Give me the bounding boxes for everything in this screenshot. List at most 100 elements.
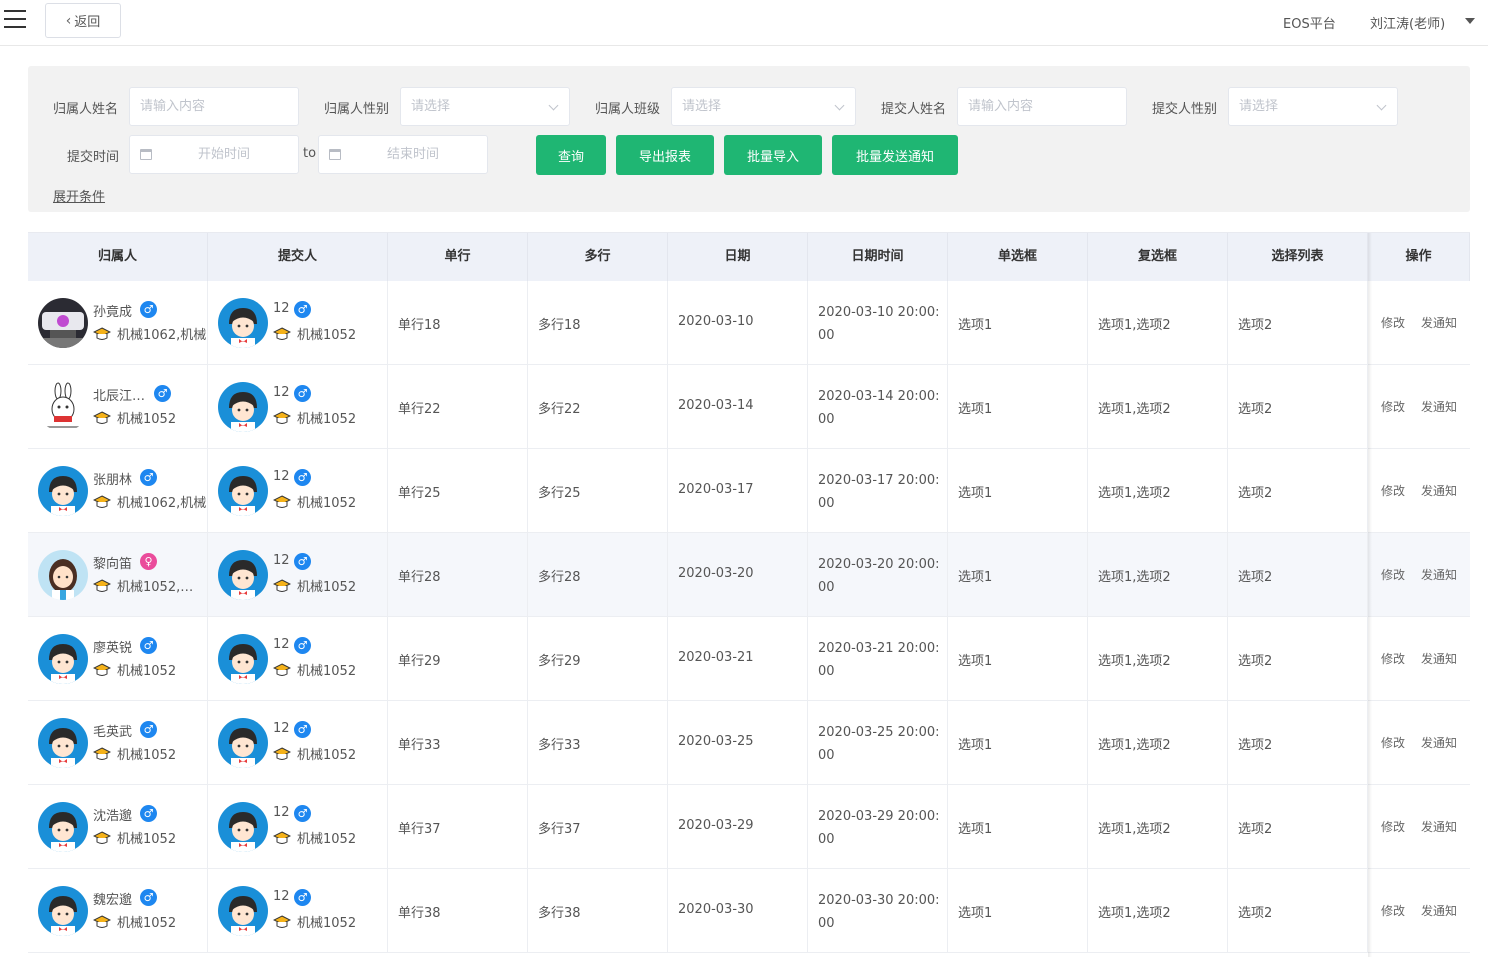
owner-name-input[interactable]: 请输入内容 xyxy=(129,87,299,126)
edit-button[interactable]: 修改 xyxy=(1381,398,1405,415)
header-multi: 多行 xyxy=(528,233,668,281)
header-actions: 操作 xyxy=(1368,233,1470,281)
male-icon: ♂ xyxy=(154,385,171,402)
date-value: 2020-03-14 xyxy=(678,398,754,413)
send-notification-button[interactable]: 发通知 xyxy=(1421,734,1457,751)
select-cell: 选项2 xyxy=(1228,365,1368,449)
send-notification-button[interactable]: 发通知 xyxy=(1421,398,1457,415)
single-value: 单行28 xyxy=(398,570,441,585)
multi-cell: 多行33 xyxy=(528,701,668,785)
submitter-avatar xyxy=(218,802,268,852)
platform-link[interactable]: EOS平台 xyxy=(1283,13,1336,32)
single-cell: 单行28 xyxy=(388,533,528,617)
table-row[interactable]: 黎向笛 ♀ 机械1052,… 12 ♂ 机械1052 单行28 多行28 202… xyxy=(28,533,1470,617)
actions-cell: 修改 发通知 xyxy=(1368,449,1470,533)
male-icon: ♂ xyxy=(140,301,157,318)
checkbox-value: 选项1,选项2 xyxy=(1098,654,1171,669)
submitter-name: 12 xyxy=(273,553,290,568)
owner-class: 机械1062,机械 xyxy=(117,496,207,511)
back-button[interactable]: ‹ 返回 xyxy=(45,3,121,38)
submitter-name: 12 xyxy=(273,469,290,484)
owner-cell: 魏宏邈 ♂ 机械1052 xyxy=(28,869,208,953)
end-date-input[interactable]: 结束时间 xyxy=(318,135,488,174)
datetime-cell: 2020-03-29 20:00:00 xyxy=(808,785,948,869)
radio-value: 选项1 xyxy=(958,570,993,585)
radio-value: 选项1 xyxy=(958,318,993,333)
radio-cell: 选项1 xyxy=(948,701,1088,785)
select-cell: 选项2 xyxy=(1228,701,1368,785)
submitter-cell: 12 ♂ 机械1052 xyxy=(208,533,388,617)
edit-button[interactable]: 修改 xyxy=(1381,650,1405,667)
edit-button[interactable]: 修改 xyxy=(1381,482,1405,499)
date-cell: 2020-03-29 xyxy=(668,785,808,869)
datetime-value: 2020-03-10 20:00:00 xyxy=(818,305,940,343)
send-notification-button[interactable]: 发通知 xyxy=(1421,482,1457,499)
radio-cell: 选项1 xyxy=(948,449,1088,533)
owner-class: 机械1052 xyxy=(117,916,177,931)
start-date-input[interactable]: 开始时间 xyxy=(129,135,299,174)
table-row[interactable]: 廖英锐 ♂ 机械1052 12 ♂ 机械1052 单行29 多行29 2020-… xyxy=(28,617,1470,701)
table-row[interactable]: 毛英武 ♂ 机械1052 12 ♂ 机械1052 单行33 多行33 2020-… xyxy=(28,701,1470,785)
male-icon: ♂ xyxy=(294,805,311,822)
send-notification-button[interactable]: 发通知 xyxy=(1421,650,1457,667)
submitter-cell: 12 ♂ 机械1052 xyxy=(208,281,388,365)
submitter-name-input[interactable]: 请输入内容 xyxy=(957,87,1127,126)
submitter-name: 12 xyxy=(273,889,290,904)
date-value: 2020-03-30 xyxy=(678,902,754,917)
send-notification-button[interactable]: 发通知 xyxy=(1421,818,1457,835)
submitter-gender-select[interactable]: 请选择 xyxy=(1228,87,1398,126)
table-row[interactable]: 魏宏邈 ♂ 机械1052 12 ♂ 机械1052 单行38 多行38 2020-… xyxy=(28,869,1470,953)
end-date-placeholder: 结束时间 xyxy=(386,147,439,162)
male-icon: ♂ xyxy=(294,889,311,906)
submitter-cell: 12 ♂ 机械1052 xyxy=(208,785,388,869)
owner-class-select[interactable]: 请选择 xyxy=(671,87,856,126)
select-cell: 选项2 xyxy=(1228,281,1368,365)
male-icon: ♂ xyxy=(294,637,311,654)
send-notification-button[interactable]: 发通知 xyxy=(1421,902,1457,919)
data-table: 归属人 提交人 单行 多行 日期 日期时间 单选框 复选框 选择列表 操作 孙竟成 ♂ 机械106… xyxy=(28,232,1470,957)
export-report-button[interactable]: 导出报表 xyxy=(616,135,714,175)
edit-button[interactable]: 修改 xyxy=(1381,734,1405,751)
table-row[interactable]: 张朋林 ♂ 机械1062,机械 12 ♂ 机械1052 单行25 多行25 20… xyxy=(28,449,1470,533)
edit-button[interactable]: 修改 xyxy=(1381,902,1405,919)
batch-import-button[interactable]: 批量导入 xyxy=(724,135,822,175)
single-value: 单行33 xyxy=(398,738,441,753)
select-value: 选项2 xyxy=(1238,570,1273,585)
header-owner: 归属人 xyxy=(28,233,208,281)
owner-avatar xyxy=(38,382,88,432)
hamburger-menu-icon[interactable] xyxy=(4,10,26,28)
query-button[interactable]: 查询 xyxy=(536,135,606,175)
send-notification-button[interactable]: 发通知 xyxy=(1421,566,1457,583)
select-cell: 选项2 xyxy=(1228,617,1368,701)
female-icon: ♀ xyxy=(140,553,157,570)
header-checkbox: 复选框 xyxy=(1088,233,1228,281)
submitter-name: 12 xyxy=(273,301,290,316)
owner-cell: 张朋林 ♂ 机械1062,机械 xyxy=(28,449,208,533)
table-row[interactable]: 孙竟成 ♂ 机械1062,机械 12 ♂ 机械1052 单行18 多行18 20… xyxy=(28,281,1470,365)
send-notification-button[interactable]: 发通知 xyxy=(1421,314,1457,331)
caret-down-icon[interactable] xyxy=(1465,18,1475,24)
single-cell: 单行18 xyxy=(388,281,528,365)
expand-conditions-link[interactable]: 展开条件 xyxy=(53,186,105,205)
owner-class: 机械1052 xyxy=(117,748,177,763)
edit-button[interactable]: 修改 xyxy=(1381,314,1405,331)
batch-notify-button[interactable]: 批量发送通知 xyxy=(832,135,958,175)
edit-button[interactable]: 修改 xyxy=(1381,566,1405,583)
date-value: 2020-03-17 xyxy=(678,482,754,497)
multi-cell: 多行18 xyxy=(528,281,668,365)
owner-name: 沈浩邈 xyxy=(93,809,133,824)
multi-value: 多行18 xyxy=(538,318,581,333)
edit-button[interactable]: 修改 xyxy=(1381,818,1405,835)
submitter-cell: 12 ♂ 机械1052 xyxy=(208,449,388,533)
owner-avatar xyxy=(38,886,88,936)
owner-gender-select[interactable]: 请选择 xyxy=(400,87,570,126)
submitter-class: 机械1052 xyxy=(297,580,357,595)
table-row[interactable]: 北辰江… ♂ 机械1052 12 ♂ 机械1052 单行22 多行22 2020… xyxy=(28,365,1470,449)
date-value: 2020-03-20 xyxy=(678,566,754,581)
submitter-class: 机械1052 xyxy=(297,832,357,847)
single-cell: 单行25 xyxy=(388,449,528,533)
user-menu[interactable]: 刘江涛(老师) xyxy=(1370,13,1445,32)
table-row[interactable]: 沈浩邈 ♂ 机械1052 12 ♂ 机械1052 单行37 多行37 2020-… xyxy=(28,785,1470,869)
submitter-avatar xyxy=(218,634,268,684)
submitter-gender-placeholder: 请选择 xyxy=(1239,99,1279,114)
